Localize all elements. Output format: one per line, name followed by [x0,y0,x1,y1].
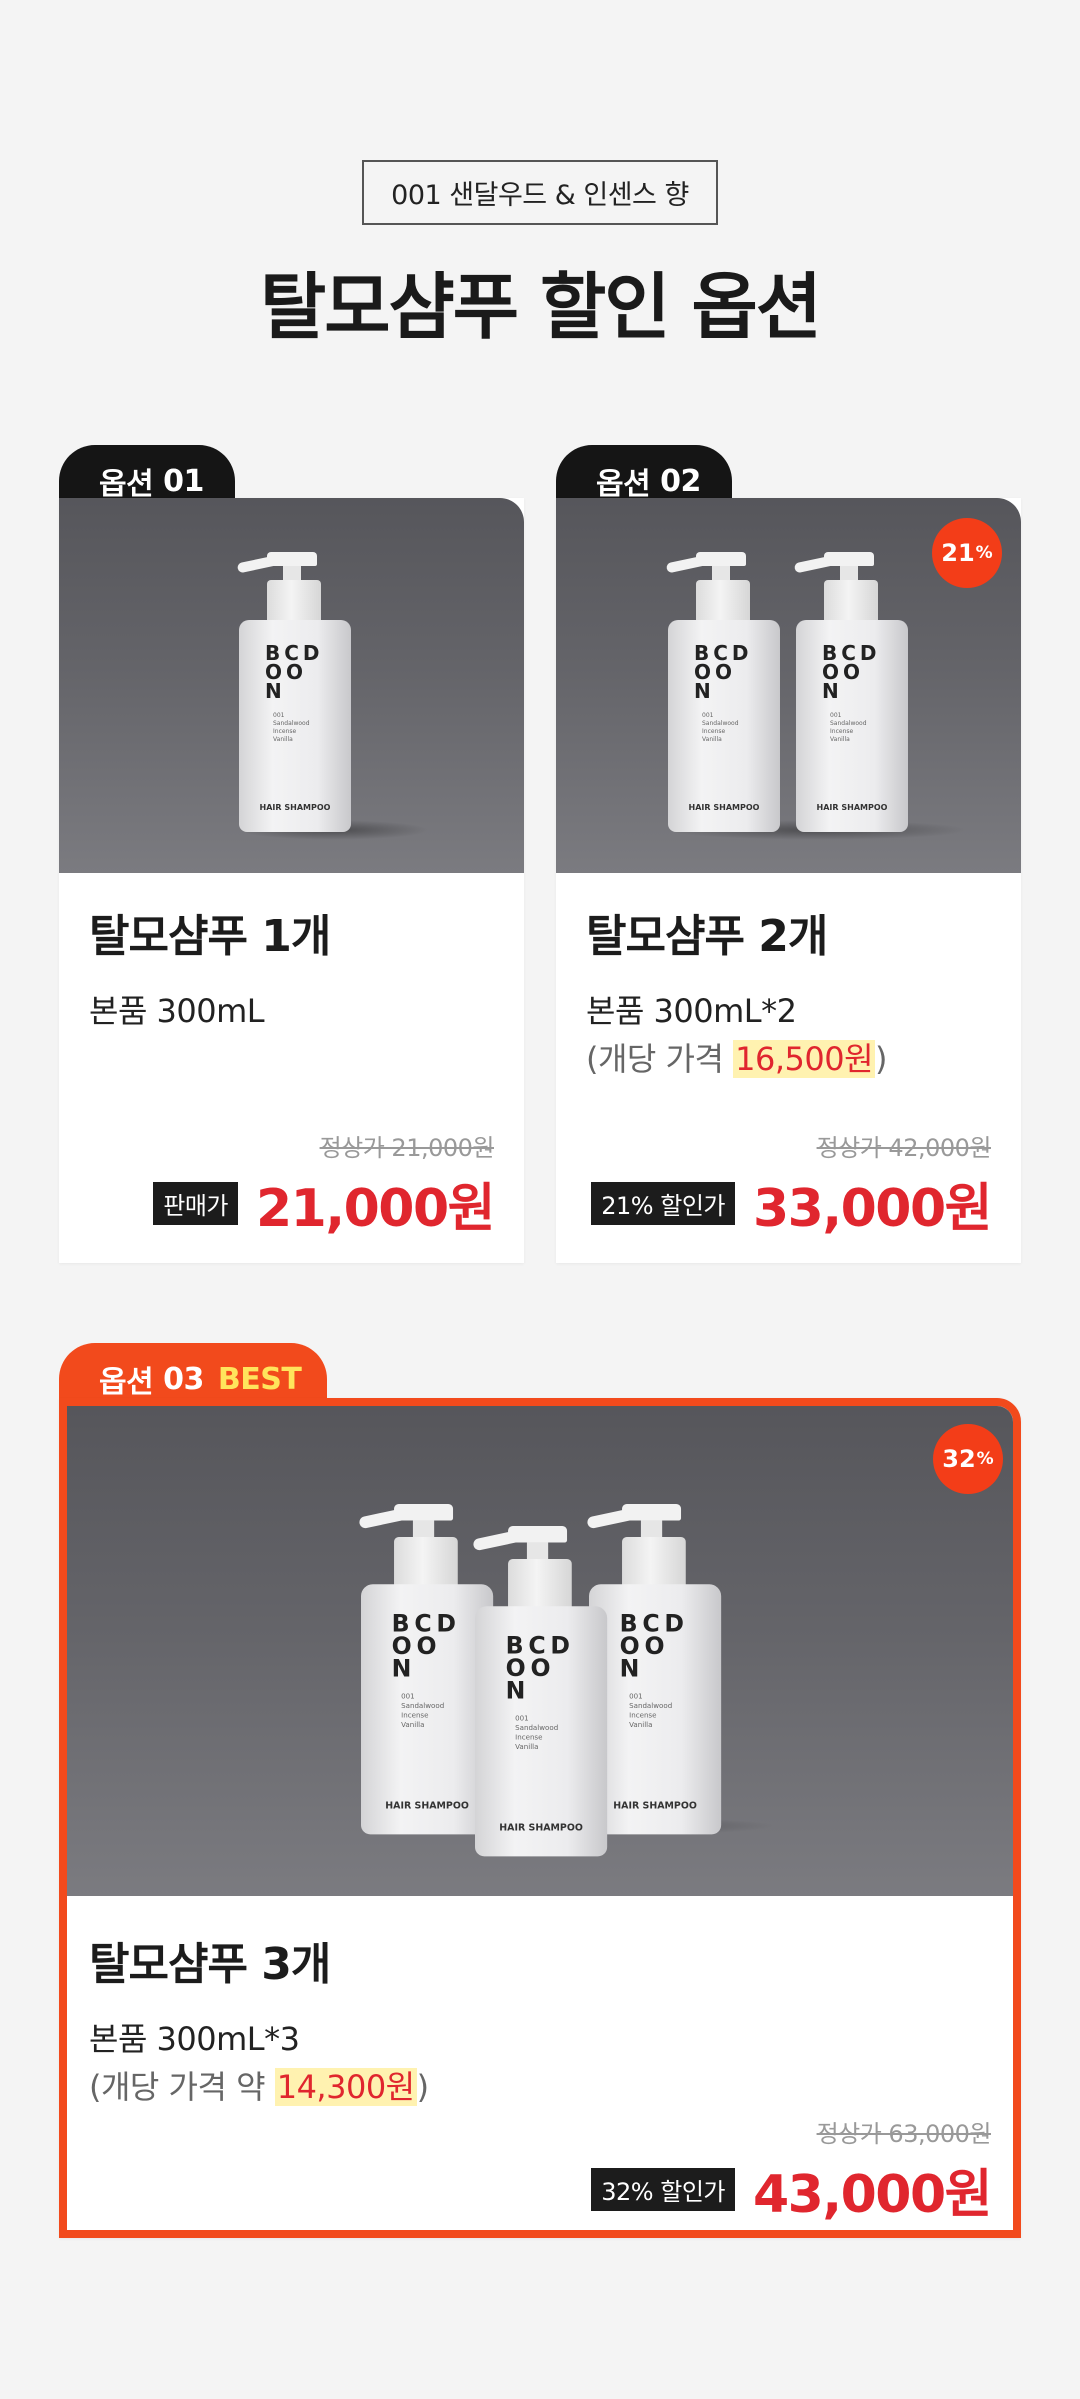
product-image: BCD OO N 001 Sandalwood Incense Vanilla HAIR … [556,498,1021,873]
bottle-label: HAIR SHAMPOO [385,1800,469,1811]
price-row: 판매가 21,000원 [153,1166,496,1241]
bottle-label: HAIR SHAMPOO [688,803,760,812]
bottle-sub-text: 001 Sandalwood Incense Vanilla [273,712,310,743]
unit-price-highlight: 14,300원 [274,2068,417,2106]
bottle-label: HAIR SHAMPOO [499,1822,583,1833]
page-title: 탈모샴푸 할인 옵션 [259,265,822,349]
product-image: BCD OO N 001 Sandalwood Incense Vanilla HAIR … [67,1406,1013,1896]
original-price: 정상가 21,000원 [319,1134,495,1162]
option-tab-label: 옵션 [99,1365,154,1400]
product-name: 탈모샴푸 2개 [586,911,828,962]
product-spec: 본품 300mL*3 [89,2020,300,2058]
bottle-label: HAIR SHAMPOO [613,1800,697,1811]
product-name: 탈모샴푸 3개 [89,1939,331,1990]
option-tab-label: 옵션 [99,467,154,502]
price-label: 32% 할인가 [591,2168,735,2211]
best-label: BEST [217,1361,302,1397]
unit-price-note: (개당 가격 약 14,300원) [89,2068,429,2106]
unit-price-note: (개당 가격 16,500원) [586,1040,887,1078]
brand-logo: BCD OO N [391,1609,461,1683]
option-tab-number: 03 [163,1361,204,1397]
scent-tag: 001 샌달우드 & 인센스 향 [362,160,718,225]
brand-logo: BCD OO N [505,1631,575,1705]
price-label: 판매가 [153,1182,238,1225]
bottle-image: BCD OO N 001 Sandalwood Incense Vanilla HAIR … [472,1526,608,1857]
brand-logo: BCD OO N [822,641,881,703]
option-tab-label: 옵션 [596,467,651,502]
option-card-01[interactable]: BCD OO N 001 Sandalwood Incense Vanilla HAIR … [59,498,524,1263]
bottle-label: HAIR SHAMPOO [259,803,331,812]
sale-price: 33,000원 [752,1179,993,1239]
bottle-image: BCD OO N 001 Sandalwood Incense Vanilla HAIR … [793,552,908,832]
bottle-label: HAIR SHAMPOO [816,803,888,812]
bottle-sub-text: 001 Sandalwood Incense Vanilla [515,1714,559,1752]
product-image: BCD OO N 001 Sandalwood Incense Vanilla HAIR … [59,498,524,873]
sale-price: 21,000원 [255,1179,496,1239]
brand-logo: BCD OO N [619,1609,689,1683]
bottle-sub-text: 001 Sandalwood Incense Vanilla [830,712,867,743]
original-price: 정상가 63,000원 [816,2120,992,2148]
price-row: 21% 할인가 33,000원 [591,1166,993,1241]
option-card-03[interactable]: BCD OO N 001 Sandalwood Incense Vanilla HAIR … [59,1398,1021,2238]
option-card-02[interactable]: BCD OO N 001 Sandalwood Incense Vanilla HAIR … [556,498,1021,1263]
bottle-sub-text: 001 Sandalwood Incense Vanilla [629,1692,673,1730]
discount-badge: 21% [932,518,1002,588]
product-spec: 본품 300mL [89,992,265,1030]
bottle-image: BCD OO N 001 Sandalwood Incense Vanilla HAIR … [236,552,351,832]
bottle-image: BCD OO N 001 Sandalwood Incense Vanilla HAIR … [665,552,780,832]
bottle-image: BCD OO N 001 Sandalwood Incense Vanilla HAIR … [586,1504,722,1835]
product-name: 탈모샴푸 1개 [89,911,331,962]
brand-logo: BCD OO N [694,641,753,703]
price-label: 21% 할인가 [591,1182,735,1225]
bottle-sub-text: 001 Sandalwood Incense Vanilla [401,1692,445,1730]
product-spec: 본품 300mL*2 [586,992,797,1030]
sale-price: 43,000원 [752,2165,993,2225]
original-price: 정상가 42,000원 [816,1134,992,1162]
bottle-sub-text: 001 Sandalwood Incense Vanilla [702,712,739,743]
brand-logo: BCD OO N [265,641,324,703]
option-tab-number: 02 [660,463,701,499]
price-row: 32% 할인가 43,000원 [591,2152,993,2227]
unit-price-highlight: 16,500원 [733,1040,876,1078]
bottle-image: BCD OO N 001 Sandalwood Incense Vanilla HAIR … [358,1504,494,1835]
option-tab-number: 01 [163,463,204,499]
discount-badge: 32% [933,1424,1003,1494]
